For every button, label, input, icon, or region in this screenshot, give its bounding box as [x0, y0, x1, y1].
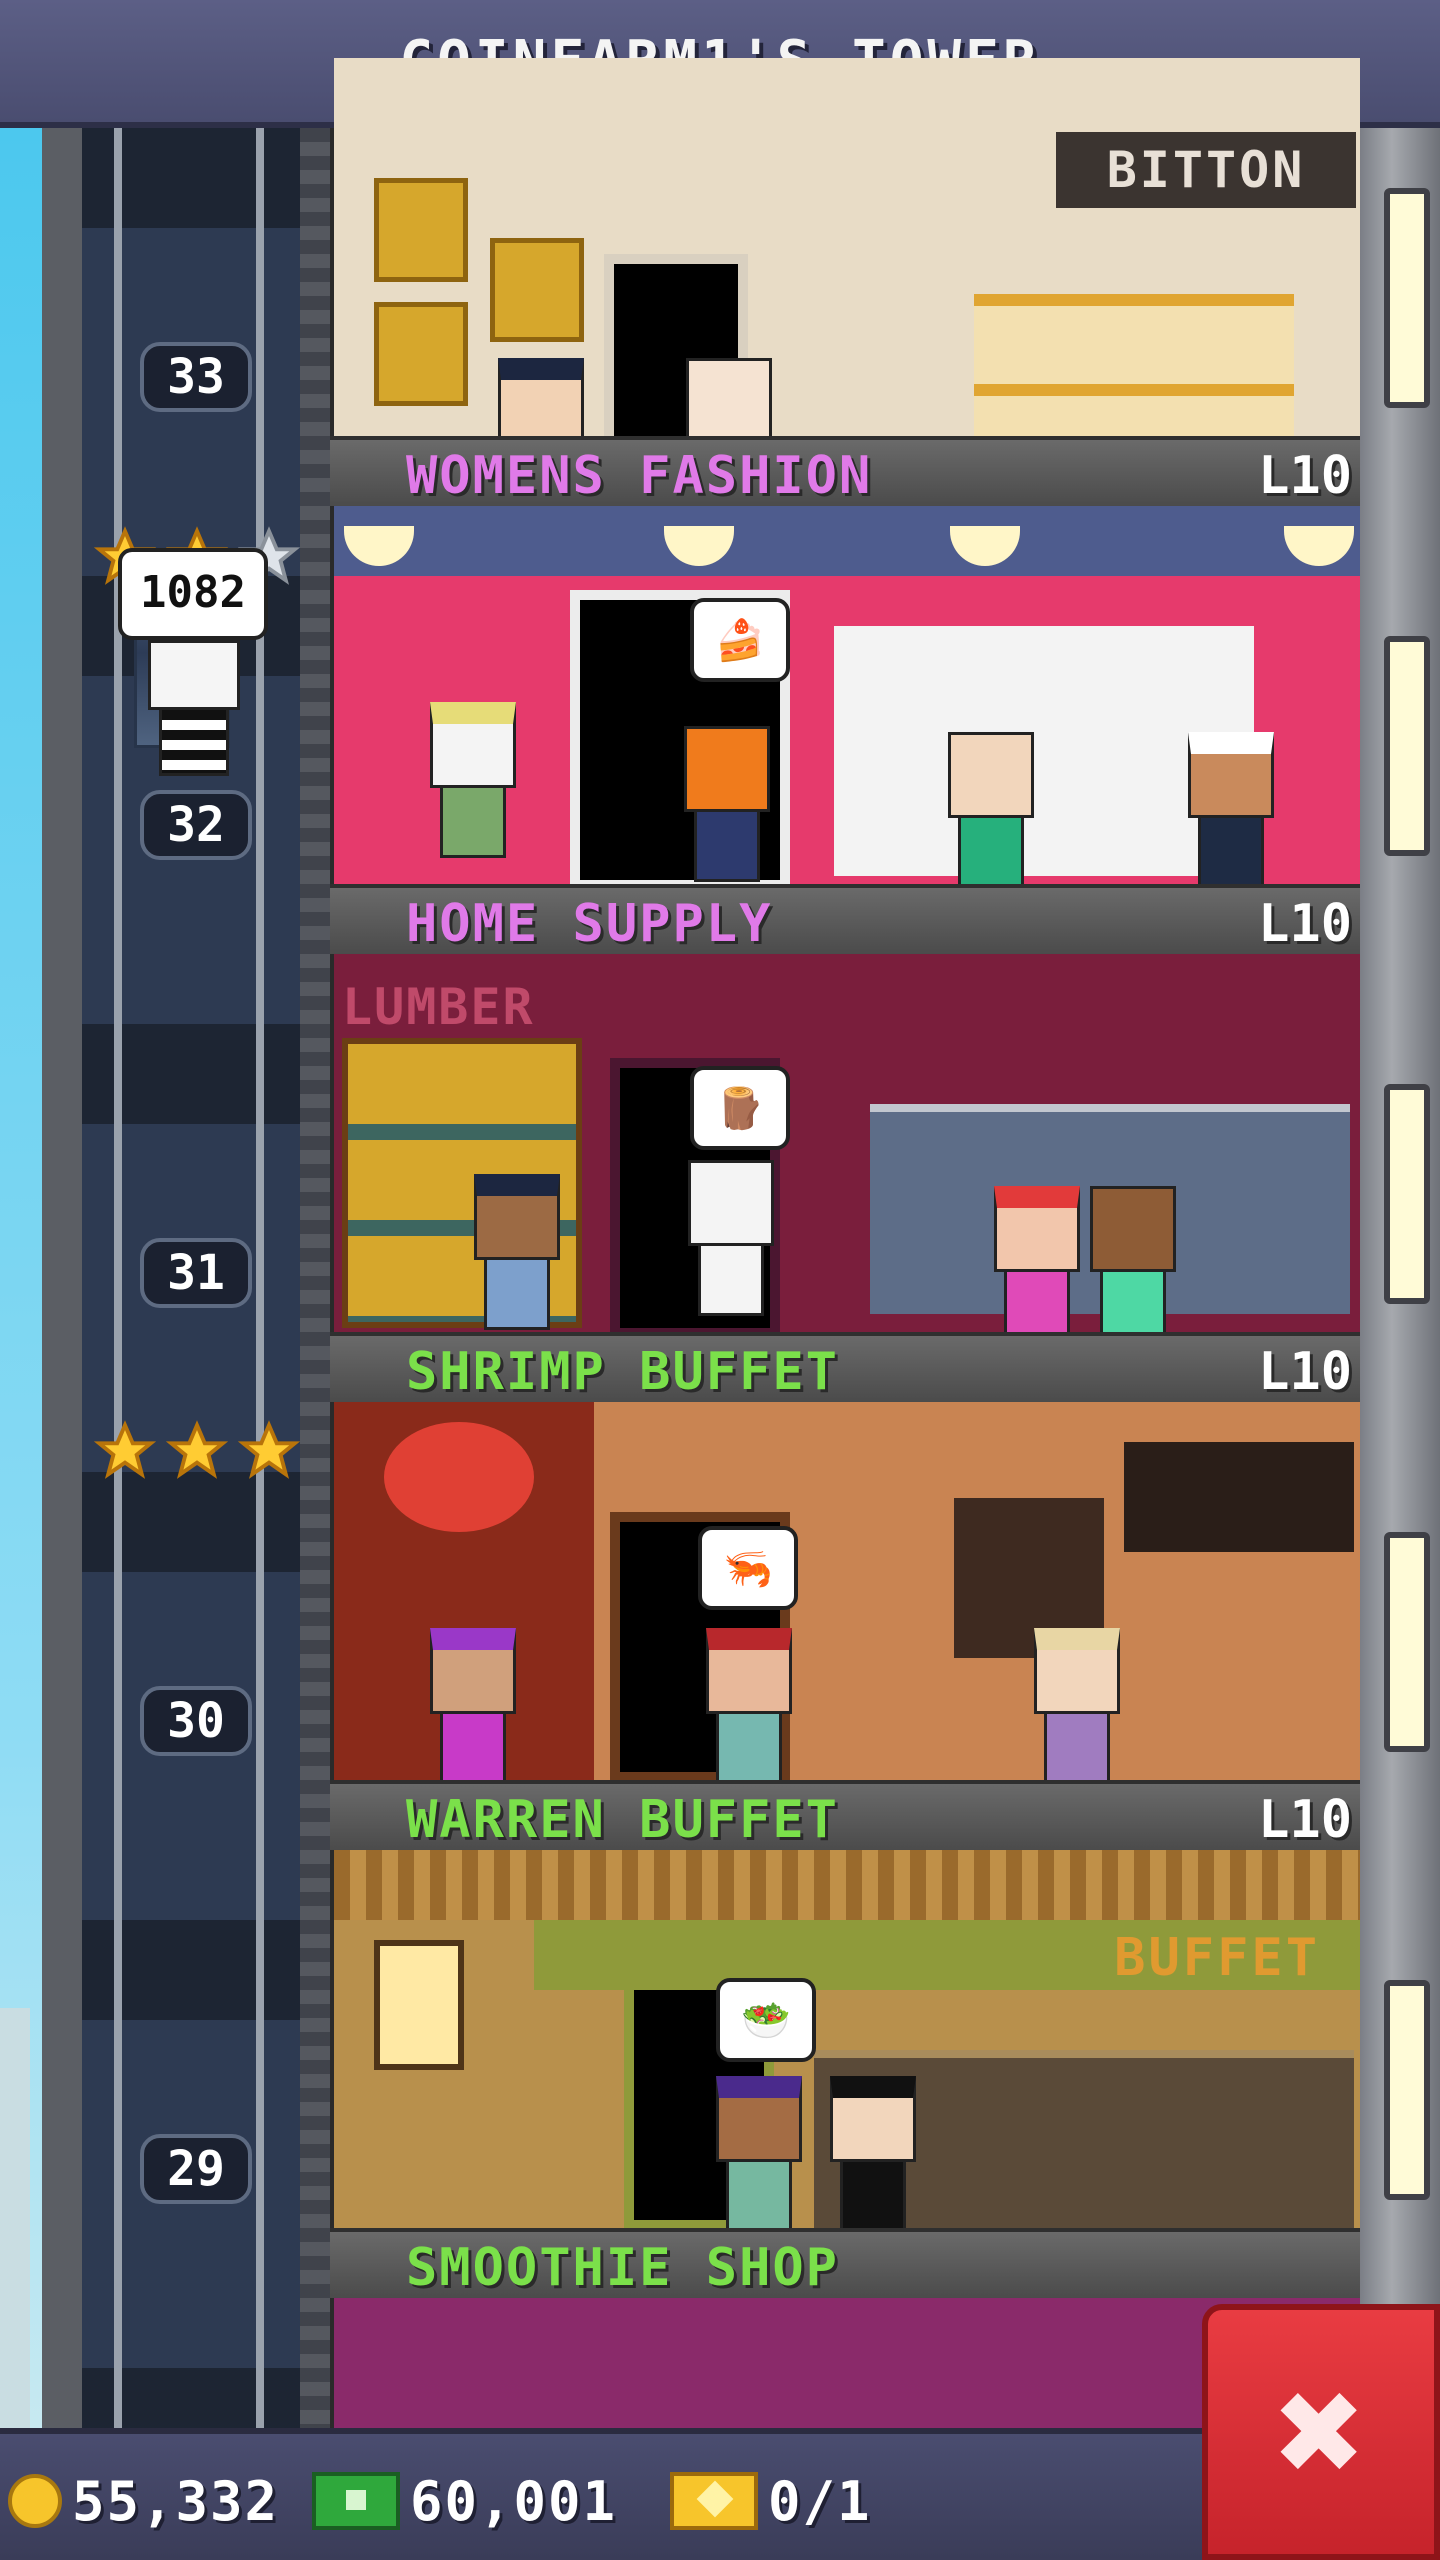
- visitor[interactable]: [688, 1160, 774, 1316]
- bux-counter[interactable]: 60,001: [312, 2458, 617, 2544]
- coins-counter[interactable]: 55,332: [8, 2458, 279, 2544]
- floor-number-label: 33: [140, 342, 252, 412]
- visitor[interactable]: [1090, 1186, 1176, 1332]
- shrimp-decor: [384, 1422, 534, 1532]
- store-sign-text: BITTON: [1106, 141, 1306, 199]
- coin-icon: [8, 2474, 62, 2528]
- building-window: [1384, 636, 1430, 856]
- floor-number-label: 32: [140, 790, 252, 860]
- floor-level: L10: [1258, 1342, 1352, 1402]
- elevator-cable: [114, 128, 122, 2428]
- star-icon: [166, 1420, 228, 1482]
- visitor[interactable]: [498, 358, 584, 436]
- building-right-wall: [1360, 128, 1440, 2428]
- room-sign-text: BUFFET: [1114, 1928, 1320, 1988]
- visitor[interactable]: [706, 1628, 792, 1780]
- room-shrimp-buffet[interactable]: 🦐: [334, 1402, 1360, 1780]
- visitor[interactable]: [1034, 1628, 1120, 1780]
- tickets-value: 0/1: [768, 2469, 872, 2533]
- star-icon: [238, 1420, 300, 1482]
- wall-frame: [374, 178, 468, 282]
- visitor[interactable]: [948, 732, 1034, 884]
- striped-ceiling: [334, 1850, 1360, 1920]
- floor-sign: SHRIMP BUFFET L10: [330, 1332, 1360, 1402]
- floor-level: L10: [1258, 1790, 1352, 1850]
- mannequin: [430, 702, 516, 858]
- building-window: [1384, 1084, 1430, 1304]
- room-warren-buffet[interactable]: BUFFET 🥗: [334, 1850, 1360, 2228]
- building-window: [1384, 188, 1430, 408]
- waiter[interactable]: [830, 2076, 916, 2228]
- floor-name: WOMENS FASHION: [406, 446, 873, 506]
- close-icon: ✖: [1275, 2345, 1367, 2519]
- building-window: [1384, 1980, 1430, 2200]
- wall-frame: [374, 302, 468, 406]
- floor-womens-fashion[interactable]: BITTON WOMENS FASHION L10: [330, 58, 1360, 506]
- ticket-icon: [670, 2472, 758, 2530]
- store-sign: BITTON: [1056, 132, 1356, 208]
- ceiling-strip: [334, 506, 1360, 576]
- elevator-cable: [256, 128, 264, 2428]
- room-lumber[interactable]: LUMBER 🪵: [334, 954, 1360, 1332]
- visitor-wish-bubble[interactable]: 🪵: [690, 1066, 790, 1150]
- room-womens-fashion[interactable]: BITTON: [334, 58, 1360, 436]
- visitor[interactable]: [994, 1186, 1080, 1332]
- room-sign-text: LUMBER: [342, 978, 535, 1036]
- star-icon: [94, 1420, 156, 1482]
- chef[interactable]: [716, 2076, 802, 2228]
- floor-sign: SMOOTHIE SHOP: [330, 2228, 1360, 2298]
- floor-warren-buffet[interactable]: 🦐 WARREN BUFFET L10: [330, 1402, 1360, 1850]
- floor-number-label: 31: [140, 1238, 252, 1308]
- coins-value: 55,332: [72, 2469, 280, 2533]
- floor-shrimp-buffet[interactable]: LUMBER 🪵 SHRIMP BUFFET L10: [330, 954, 1360, 1402]
- tower-floors: BITTON WOMENS FASHION L10 🍰 HOME SUPPLY …: [330, 58, 1360, 2428]
- shopkeeper[interactable]: [1188, 732, 1274, 884]
- floor-sign: WOMENS FASHION L10: [330, 436, 1360, 506]
- floor-number-label: 30: [140, 1686, 252, 1756]
- floor-level: L10: [1258, 894, 1352, 954]
- floor-sign: HOME SUPPLY L10: [330, 884, 1360, 954]
- floor-name: SHRIMP BUFFET: [406, 1342, 839, 1402]
- tickets-counter[interactable]: 0/1: [670, 2458, 872, 2544]
- close-button[interactable]: ✖: [1202, 2304, 1440, 2560]
- visitor-wish-bubble[interactable]: 🦐: [698, 1526, 798, 1610]
- visitor-wish-bubble[interactable]: 🥗: [716, 1978, 816, 2062]
- floor-sign: WARREN BUFFET L10: [330, 1780, 1360, 1850]
- visitor[interactable]: [684, 726, 770, 882]
- building-window: [1384, 1532, 1430, 1752]
- bag-shelf: [974, 294, 1294, 436]
- floor-smoothie-shop[interactable]: BUFFET 🥗 SMOOTHIE SHOP: [330, 1850, 1360, 2298]
- floor-name: WARREN BUFFET: [406, 1790, 839, 1850]
- floor-number-label: 29: [140, 2134, 252, 2204]
- bux-icon: [312, 2472, 400, 2530]
- bux-value: 60,001: [410, 2469, 618, 2533]
- menu-board: [1124, 1442, 1354, 1552]
- hanging-lantern: [374, 1940, 464, 2070]
- background-building: [0, 2008, 30, 2428]
- visitor-wish-bubble[interactable]: 🍰: [690, 598, 790, 682]
- visitor[interactable]: [686, 358, 772, 436]
- floor-name: SMOOTHIE SHOP: [406, 2238, 839, 2298]
- visitor[interactable]: [430, 1628, 516, 1780]
- sky-background: [0, 128, 42, 2428]
- floor-home-supply[interactable]: 🍰 HOME SUPPLY L10: [330, 506, 1360, 954]
- floor-name: HOME SUPPLY: [406, 894, 773, 954]
- room-home-supply[interactable]: 🍰: [334, 506, 1360, 884]
- visitor[interactable]: [474, 1174, 560, 1330]
- wall-frame: [490, 238, 584, 342]
- elevator-passenger[interactable]: [148, 640, 240, 780]
- elevator-track: [300, 128, 330, 2428]
- passenger-destination-bubble[interactable]: 1082: [118, 548, 268, 640]
- floor-level: L10: [1258, 446, 1352, 506]
